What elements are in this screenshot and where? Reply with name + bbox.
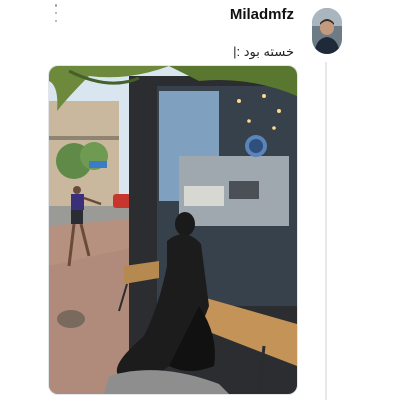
author-name[interactable]: Miladmfz [230,6,294,23]
tweet-photo[interactable] [48,65,298,395]
more-vertical-icon [54,4,58,7]
thread-connector-line [325,62,327,400]
avatar[interactable] [312,8,342,54]
more-options-button[interactable] [50,4,62,22]
tweet-text: خسته بود :| [233,44,294,59]
